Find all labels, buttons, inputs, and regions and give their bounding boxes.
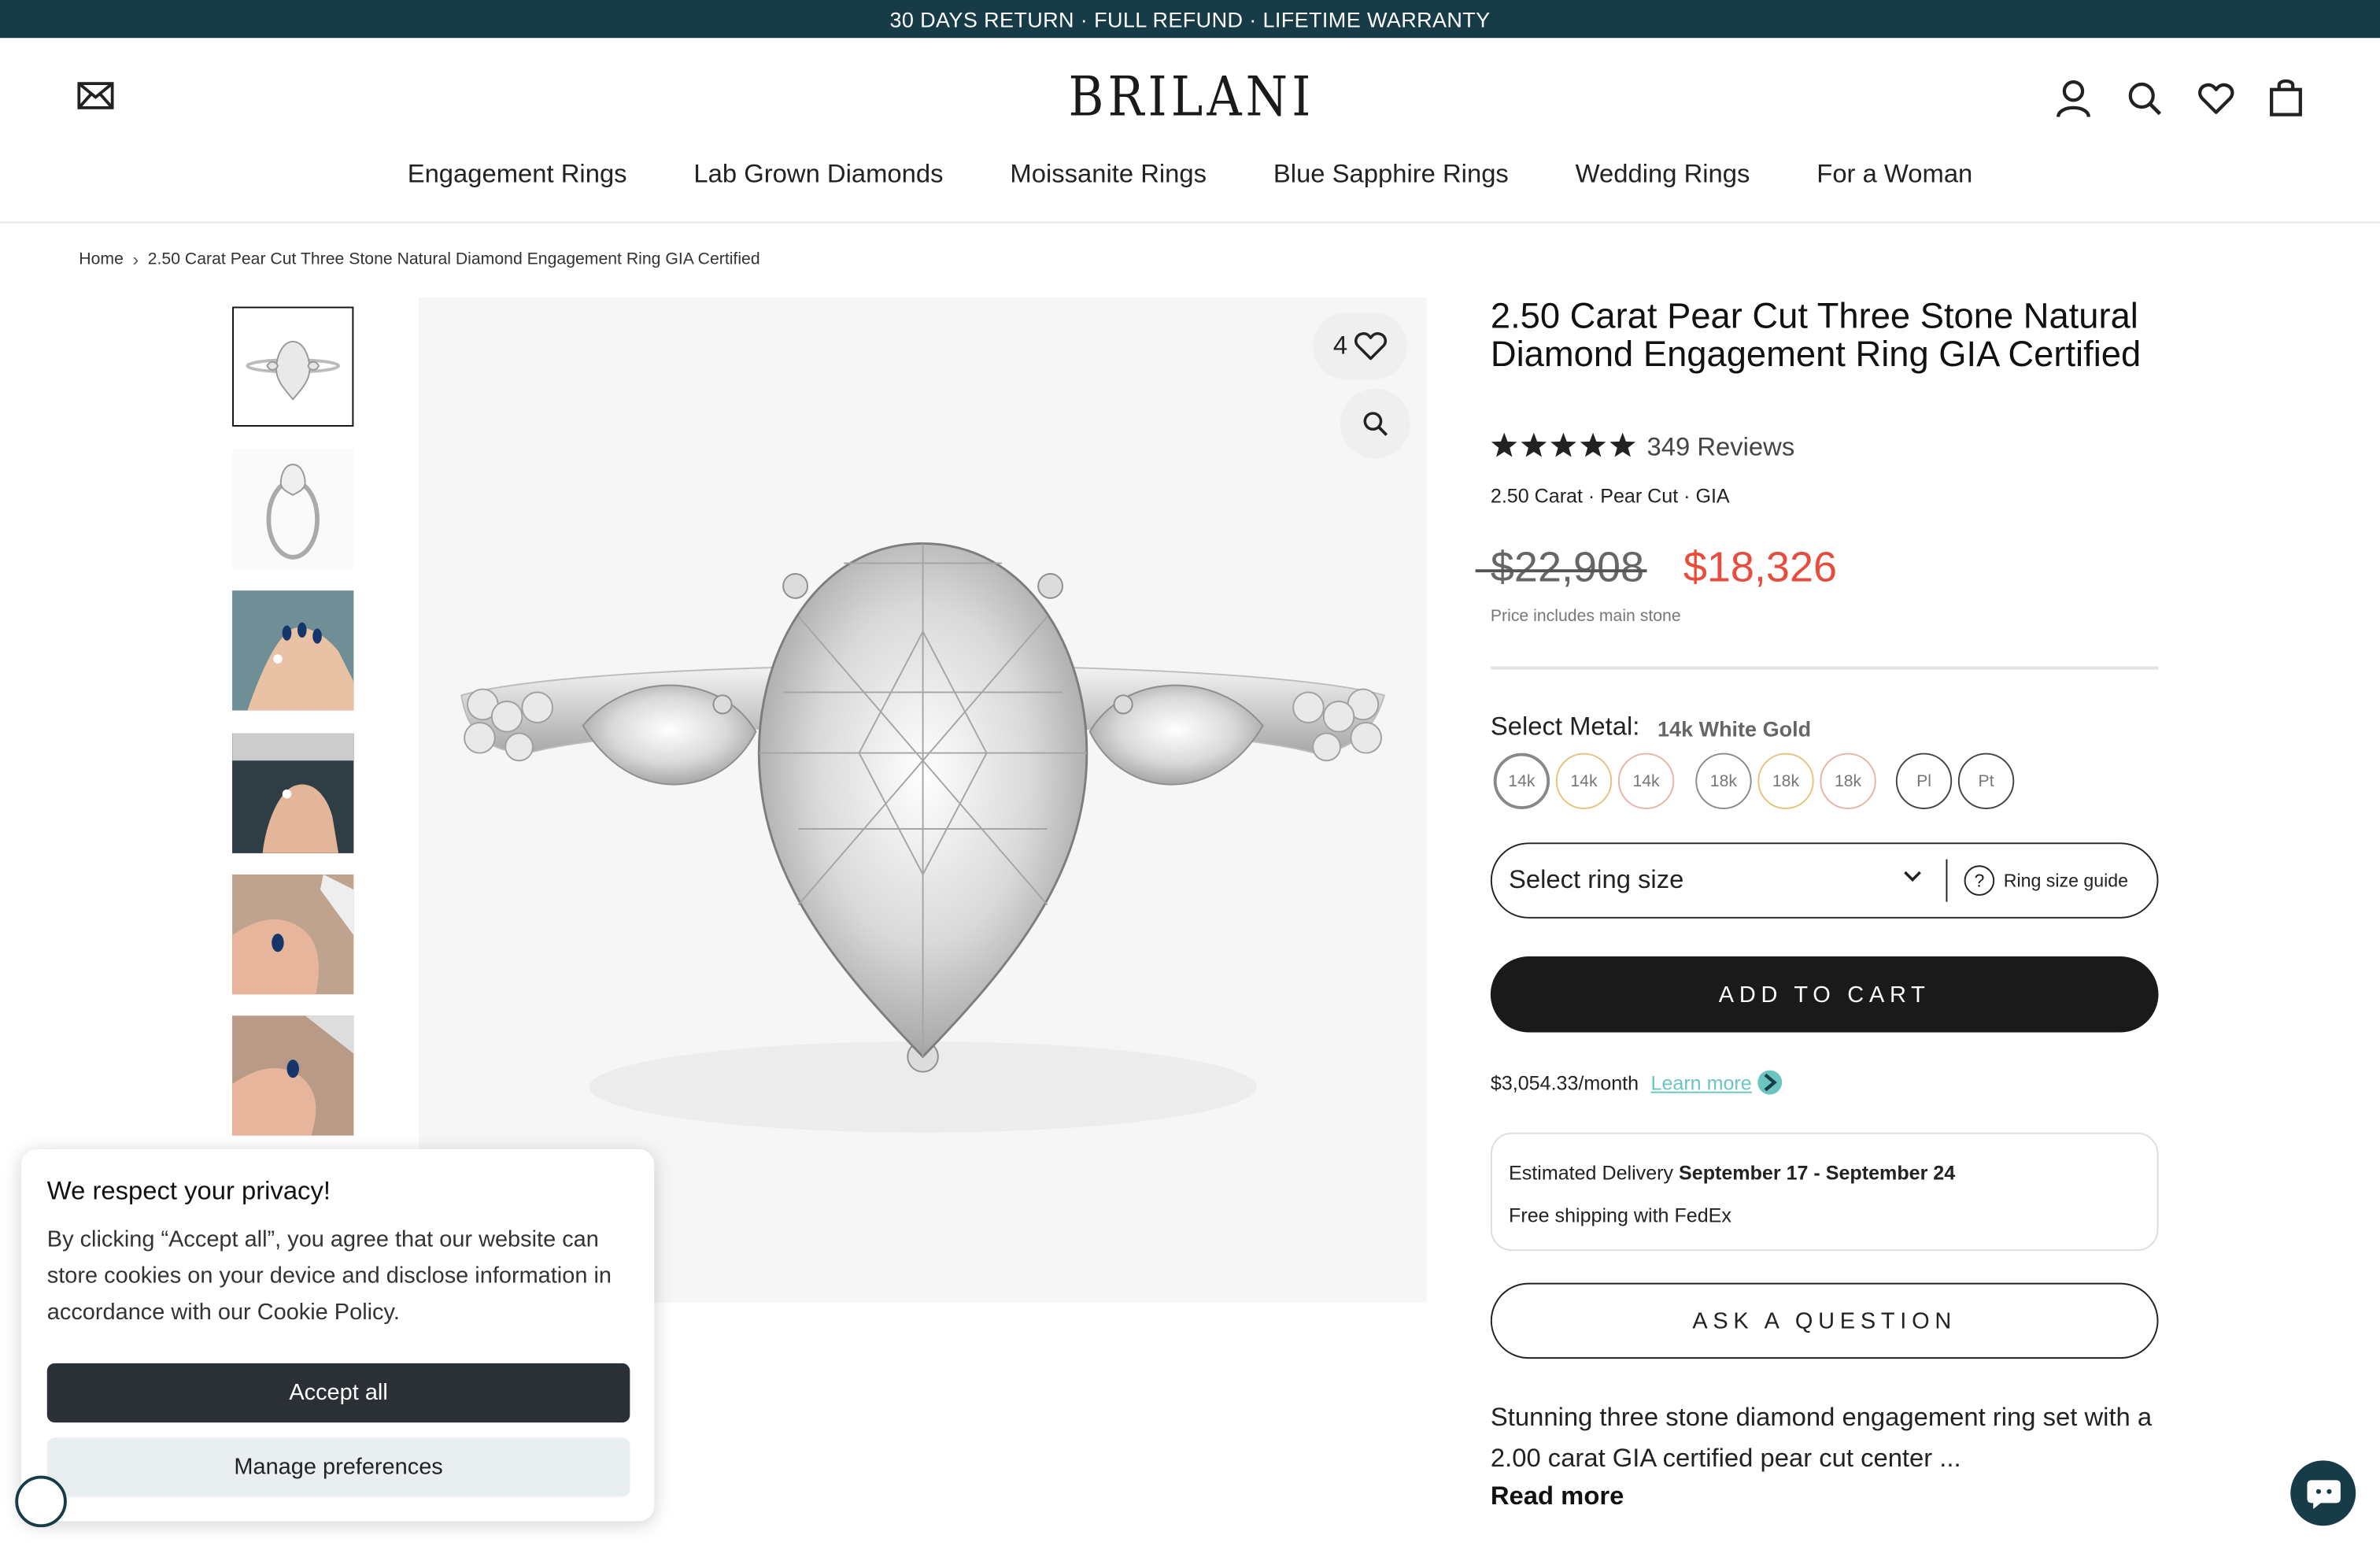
shipping-info: Free shipping with FedEx: [1509, 1204, 1731, 1227]
affirm-chevron-icon: [1757, 1070, 1783, 1095]
divider: [1490, 666, 2159, 670]
wishlist-count-button[interactable]: 4: [1313, 313, 1407, 380]
add-to-cart-button[interactable]: ADD TO CART: [1490, 956, 2159, 1033]
nav-item-moissanite-rings[interactable]: Moissanite Rings: [977, 153, 1240, 199]
accept-all-button[interactable]: Accept all: [46, 1363, 630, 1423]
main-navigation: Engagement Rings Lab Grown Diamonds Mois…: [0, 153, 2380, 199]
gallery-thumbnail-5[interactable]: [232, 874, 354, 995]
metal-selected-value: 14k White Gold: [1658, 716, 1812, 742]
ring-size-guide-link[interactable]: Ring size guide: [2004, 870, 2128, 891]
product-description: Stunning three stone diamond engagement …: [1490, 1403, 2153, 1473]
metal-option-18k-white[interactable]: 18k: [1695, 753, 1752, 809]
breadcrumb-current: 2.50 Carat Pear Cut Three Stone Natural …: [147, 250, 760, 269]
cookie-body: By clicking “Accept all”, you agree that…: [46, 1226, 612, 1326]
read-more-link[interactable]: Read more: [1491, 1481, 1624, 1512]
nav-item-lab-grown-diamonds[interactable]: Lab Grown Diamonds: [660, 153, 977, 199]
gallery-thumbnail-4[interactable]: [232, 733, 354, 853]
breadcrumb-home[interactable]: Home: [79, 250, 124, 268]
nav-item-for-a-woman[interactable]: For a Woman: [1783, 153, 2006, 199]
gallery-thumbnail-3[interactable]: [232, 590, 354, 711]
zoom-icon: [1363, 412, 1388, 436]
metal-option-18k-yellow[interactable]: 18k: [1757, 753, 1814, 809]
metal-option-18k-rose[interactable]: 18k: [1820, 753, 1876, 809]
heart-outline-icon: [1354, 331, 1387, 361]
ask-question-button[interactable]: ASK A QUESTION: [1490, 1282, 2159, 1359]
gallery-thumbnail-2[interactable]: [232, 449, 354, 570]
chevron-right-icon: ›: [132, 249, 139, 271]
sale-price: $18,326: [1683, 543, 1838, 591]
ring-size-box: Select ring size ? Ring size guide: [1490, 842, 2159, 919]
chat-icon: [2306, 1479, 2340, 1509]
product-specs: 2.50 Carat · Pear Cut · GIA: [1490, 484, 1730, 508]
wishlist-count: 4: [1332, 331, 1348, 361]
bag-icon[interactable]: [2264, 75, 2307, 120]
chevron-down-icon[interactable]: [1902, 865, 1924, 894]
wishlist-heart-icon[interactable]: [2195, 77, 2238, 120]
cookie-consent-dialog: We respect your privacy! By clicking “Ac…: [21, 1148, 655, 1522]
gallery-thumbnail-1[interactable]: [232, 306, 354, 427]
metal-option-palladium[interactable]: Pl: [1895, 753, 1953, 809]
metal-option-14k-yellow[interactable]: 14k: [1555, 753, 1613, 809]
nav-item-engagement-rings[interactable]: Engagement Rings: [374, 153, 660, 199]
accessibility-button[interactable]: [15, 1475, 67, 1528]
manage-preferences-button[interactable]: Manage preferences: [46, 1437, 630, 1497]
star-icons: [1491, 432, 1636, 457]
divider: [1946, 859, 1948, 902]
chat-button[interactable]: [2290, 1460, 2356, 1526]
metal-option-14k-rose[interactable]: 14k: [1617, 753, 1675, 809]
cookie-title: We respect your privacy!: [46, 1176, 331, 1206]
metal-option-platinum[interactable]: Pt: [1957, 753, 2015, 809]
mail-icon[interactable]: [76, 77, 115, 113]
nav-item-wedding-rings[interactable]: Wedding Rings: [1542, 153, 1783, 199]
delivery-label: Estimated Delivery: [1509, 1161, 1674, 1185]
breadcrumb: Home › 2.50 Carat Pear Cut Three Stone N…: [79, 249, 759, 270]
price-note: Price includes main stone: [1490, 607, 1681, 626]
delivery-dates: September 17 - September 24: [1679, 1161, 1956, 1185]
zoom-button[interactable]: [1340, 388, 1410, 459]
rating-stars[interactable]: [1491, 431, 1636, 460]
reviews-link[interactable]: 349 Reviews: [1647, 433, 1795, 464]
brand-logo[interactable]: BRILANI: [1068, 62, 1310, 132]
nav-item-blue-sapphire-rings[interactable]: Blue Sapphire Rings: [1240, 153, 1542, 199]
delivery-info: Estimated Delivery September 17 - Septem…: [1490, 1132, 2159, 1252]
original-price: $22,908: [1475, 543, 1648, 591]
learn-more-link[interactable]: Learn more: [1651, 1071, 1752, 1094]
account-icon[interactable]: [2052, 77, 2094, 120]
product-title: 2.50 Carat Pear Cut Three Stone Natural …: [1490, 296, 2142, 374]
metal-label: Select Metal:: [1490, 712, 1640, 742]
ring-size-select[interactable]: Select ring size: [1509, 844, 1901, 917]
question-icon: ?: [1964, 865, 1995, 896]
monthly-price: $3,054.33/month: [1490, 1071, 1639, 1094]
search-icon[interactable]: [2123, 77, 2166, 120]
financing-info: $3,054.33/month Learn more: [1490, 1070, 1783, 1095]
announcement-bar: 30 DAYS RETURN · FULL REFUND · LIFETIME …: [0, 0, 2380, 39]
gallery-thumbnail-6[interactable]: [232, 1015, 354, 1136]
metal-option-14k-white[interactable]: 14k: [1493, 753, 1550, 809]
site-header: BRILANI Engagement Rings Lab Grown Diamo…: [0, 38, 2380, 224]
